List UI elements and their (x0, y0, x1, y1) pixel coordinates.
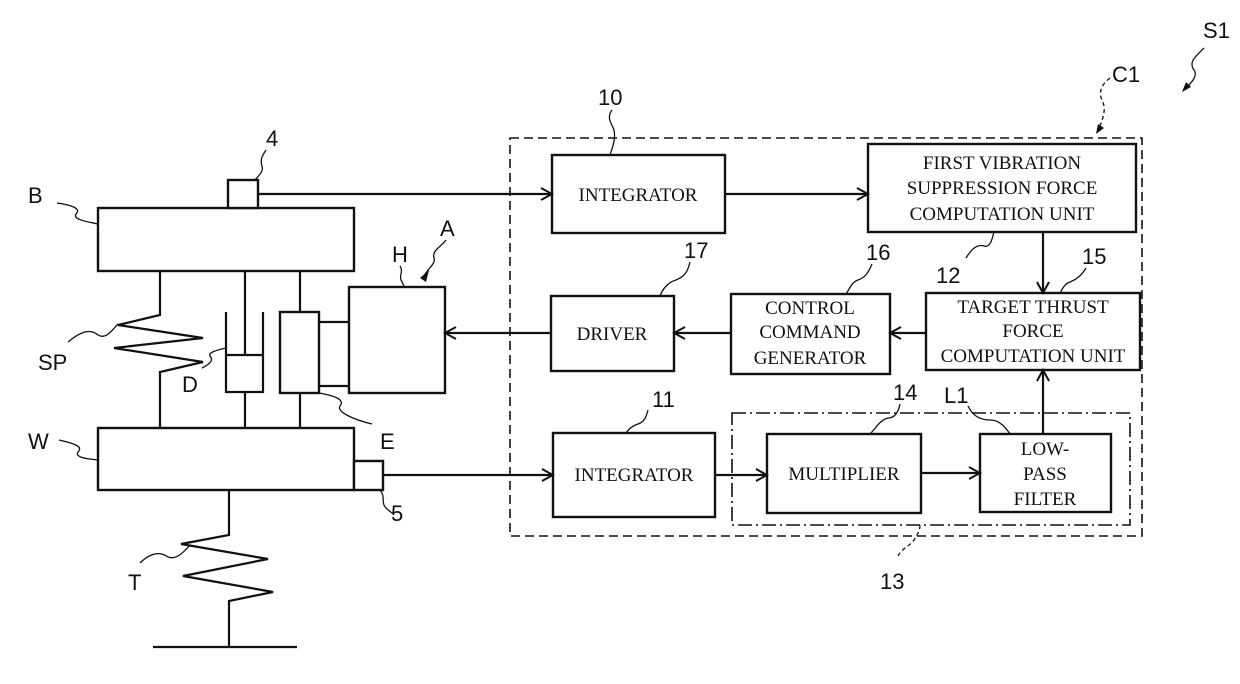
leader-13 (897, 524, 921, 557)
ref-12: 12 (936, 263, 960, 288)
tire-spring-t (180, 490, 274, 647)
target-thrust-line-1: TARGET THRUST (957, 297, 1109, 318)
ref-14: 14 (893, 380, 917, 405)
leader-h (399, 265, 406, 288)
control-command-line-1: CONTROL (765, 298, 855, 319)
unsprung-sensor-5 (352, 459, 385, 492)
sprung-sensor-4 (226, 178, 260, 210)
first-vibration-line-2: SUPPRESSION FORCE (907, 178, 1098, 199)
ref-17: 17 (684, 238, 708, 263)
leader-e (318, 392, 373, 425)
driver-text: DRIVER (577, 324, 648, 345)
label-4: 4 (266, 126, 278, 151)
label-b: B (28, 183, 43, 208)
leader-16 (845, 263, 873, 295)
ref-11: 11 (652, 387, 675, 412)
low-pass-line-3: FILTER (1014, 489, 1077, 510)
actuator-e (278, 271, 349, 428)
leader-l1 (967, 405, 1011, 435)
label-sp: SP (38, 350, 67, 375)
motor-h (347, 285, 447, 395)
leader-11 (625, 409, 649, 434)
integrator-10-text: INTEGRATOR (579, 185, 698, 206)
low-pass-line-2: PASS (1023, 464, 1067, 485)
control-command-line-3: GENERATOR (754, 348, 867, 369)
ref-13: 13 (880, 569, 904, 594)
ref-l1: L1 (944, 383, 968, 408)
ref-15: 15 (1082, 244, 1106, 269)
ref-s1: S1 (1203, 18, 1230, 43)
label-a: A (440, 216, 455, 241)
multiplier-text: MULTIPLIER (788, 464, 900, 485)
ref-c1: C1 (1112, 62, 1140, 87)
leader-14 (869, 403, 901, 435)
leader-10 (608, 109, 616, 156)
label-e: E (380, 429, 395, 454)
control-command-line-2: COMMAND (759, 322, 860, 343)
ref-16: 16 (866, 240, 890, 265)
damper-d (224, 271, 265, 428)
leader-t (139, 544, 191, 564)
target-thrust-line-3: COMPUTATION UNIT (941, 346, 1126, 367)
leader-s1 (1185, 47, 1205, 89)
label-d: D (182, 372, 198, 397)
arrowhead-a (420, 270, 429, 282)
leader-w (58, 439, 99, 461)
target-thrust-line-2: FORCE (1002, 321, 1063, 342)
leader-sp (67, 323, 119, 343)
low-pass-line-1: LOW- (1021, 439, 1070, 460)
first-vibration-line-1: FIRST VIBRATION (923, 153, 1081, 174)
leader-d (201, 347, 227, 369)
leader-15 (1059, 267, 1087, 294)
integrator-11-text: INTEGRATOR (575, 465, 694, 486)
unsprung-mass-block (96, 426, 356, 492)
sprung-mass-block (96, 206, 356, 273)
leader-b (56, 202, 99, 225)
label-t: T (128, 570, 141, 595)
leader-12 (965, 231, 995, 259)
leader-4 (254, 149, 267, 181)
arrowhead-c1 (1096, 124, 1104, 134)
leader-c1 (1099, 77, 1111, 127)
leader-17 (659, 261, 691, 297)
block-diagram: B W SP T D E 5 4 H A INTEGRATOR FIRST VI… (28, 18, 1230, 649)
label-h: H (392, 242, 408, 267)
leader-a (423, 239, 447, 277)
first-vibration-line-3: COMPUTATION UNIT (910, 204, 1095, 225)
ref-10: 10 (598, 85, 622, 110)
suspension-spring-sp (113, 271, 204, 428)
label-w: W (28, 429, 49, 454)
